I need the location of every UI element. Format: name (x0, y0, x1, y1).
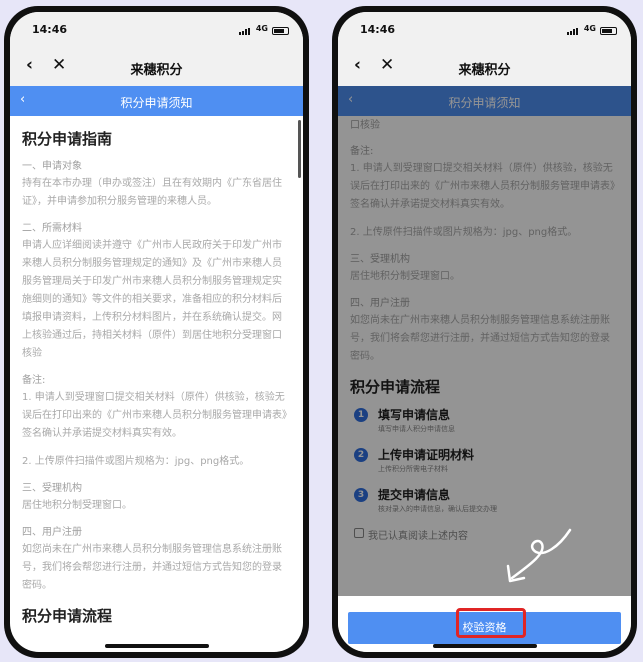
section-title-applicant: 一、申请对象 (22, 161, 82, 172)
step-title: 提交申请信息 (378, 488, 451, 502)
section-title-registration: 四、用户注册 (22, 527, 82, 538)
step-number: 2 (354, 448, 368, 462)
sub-header: ‹ 积分申请须知 (10, 86, 303, 116)
step-title: 填写申请信息 (378, 408, 451, 422)
note-title: 备注: (350, 146, 374, 157)
flow-heading: 积分申请流程 (22, 607, 113, 625)
status-time: 14:46 (360, 23, 396, 36)
step-number: 3 (354, 488, 368, 502)
battery-icon (272, 27, 289, 35)
notice-content[interactable]: 口核验 备注: 1. 申请人到受理窗口提交相关材料（原件）供核验，核验无误后在打… (338, 116, 631, 652)
highlight-box (456, 608, 526, 638)
signal-icon (239, 28, 251, 35)
flow-step: 2 上传申请证明材料 上传积分所需电子材料 (350, 447, 619, 475)
step-title: 上传申请证明材料 (378, 448, 475, 462)
note-format: 2. 上传原件扫描件或图片规格为：jpg、png格式。 (22, 456, 250, 467)
step-desc: 填写申请人积分申请信息 (378, 425, 455, 433)
notice-content[interactable]: 积分申请指南 一、申请对象 持有在本市办理（申办或签注）且在有效期内《广东省居住… (10, 116, 303, 652)
network-label: 4G (255, 24, 268, 33)
guide-heading: 积分申请指南 (22, 130, 113, 148)
hand-drawn-arrow-icon (506, 528, 572, 583)
status-bar: 14:46 4G (338, 12, 631, 48)
agree-label: 我已认真阅读上述内容 (368, 531, 468, 542)
note-title: 备注: (22, 375, 46, 386)
sub-header-title: 积分申请须知 (448, 96, 521, 110)
page-title: 来穗积分 (458, 63, 511, 78)
home-indicator[interactable] (432, 644, 537, 648)
status-bar: 14:46 4G (10, 12, 303, 48)
section-body-registration: 如您尚未在广州市来穗人员积分制服务管理信息系统注册账号，我们将会帮您进行注册，并… (22, 544, 282, 591)
phone-screen-right: 14:46 4G ‹ ✕ 来穗积分 ‹ 积分申请须知 口核验 备注: 1. 申请… (338, 12, 631, 652)
status-time: 14:46 (32, 23, 68, 36)
flow-step: 3 提交申请信息 核对录入的申请信息，确认后提交办理 (350, 487, 619, 515)
step-desc: 核对录入的申请信息，确认后提交办理 (378, 505, 497, 513)
sub-header: ‹ 积分申请须知 (338, 86, 631, 116)
phone-screen-left: 14:46 4G ‹ ✕ 来穗积分 ‹ 积分申请须知 积分申请指南 一、申请对象… (10, 12, 303, 652)
network-label: 4G (583, 24, 596, 33)
battery-icon (600, 27, 617, 35)
agree-checkbox-row[interactable]: 我已认真阅读上述内容 (350, 527, 619, 542)
phone-frame-left: 14:46 4G ‹ ✕ 来穗积分 ‹ 积分申请须知 积分申请指南 一、申请对象… (4, 6, 309, 658)
nav-bar: ‹ ✕ 来穗积分 (338, 48, 631, 86)
section-body-registration: 如您尚未在广州市来穗人员积分制服务管理信息系统注册账号，我们将会帮您进行注册，并… (350, 315, 610, 362)
sub-header-title: 积分申请须知 (120, 96, 193, 110)
section-title-registration: 四、用户注册 (350, 298, 410, 309)
note-format: 2. 上传原件扫描件或图片规格为：jpg、png格式。 (350, 227, 578, 238)
flow-heading: 积分申请流程 (350, 378, 441, 396)
section-title-agency: 三、受理机构 (22, 483, 82, 494)
phone-frame-right: 14:46 4G ‹ ✕ 来穗积分 ‹ 积分申请须知 口核验 备注: 1. 申请… (332, 6, 637, 658)
step-desc: 上传积分所需电子材料 (378, 465, 448, 473)
section-body-agency: 居住地积分制受理窗口。 (22, 500, 132, 511)
section-body-materials: 申请人应详细阅读并遵守《广州市人民政府关于印发广州市来穗人员积分制服务管理规定的… (22, 240, 282, 359)
section-body-agency: 居住地积分制受理窗口。 (350, 271, 460, 282)
signal-icon (567, 28, 579, 35)
flow-step: 1 填写申请信息 填写申请人积分申请信息 (350, 407, 619, 435)
section-title-agency: 三、受理机构 (350, 254, 410, 265)
section-body-applicant: 持有在本市办理（申办或签注）且在有效期内《广东省居住证》，并申请参加积分服务管理… (22, 178, 282, 207)
materials-tail: 口核验 (350, 120, 380, 131)
home-indicator[interactable] (104, 644, 209, 648)
note-body: 1. 申请人到受理窗口提交相关材料（原件）供核验，核验无误后在打印出来的《广州市… (350, 163, 615, 210)
page-title: 来穗积分 (130, 63, 183, 78)
nav-bar: ‹ ✕ 来穗积分 (10, 48, 303, 86)
section-title-materials: 二、所需材料 (22, 223, 82, 234)
step-number: 1 (354, 408, 368, 422)
flow-steps: 1 填写申请信息 填写申请人积分申请信息 2 上传申请证明材料 上传积分所需电子… (350, 407, 619, 515)
note-body: 1. 申请人到受理窗口提交相关材料（原件）供核验，核验无误后在打印出来的《广州市… (22, 392, 287, 439)
agree-checkbox[interactable] (354, 528, 364, 538)
